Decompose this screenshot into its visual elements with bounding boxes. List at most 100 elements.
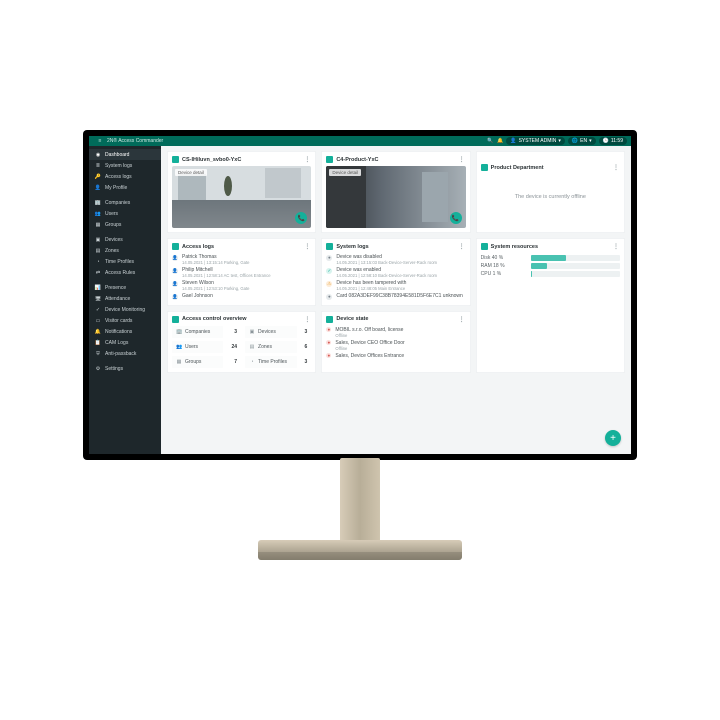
card-title: Product Department — [491, 165, 544, 171]
access-log-row[interactable]: 👤Steven Wilson14.05.2021 | 12:53:10 Park… — [172, 279, 311, 292]
access-log-row[interactable]: 👤Patrick Thomas14.05.2021 | 13:15:14 Par… — [172, 253, 311, 266]
sidebar-item-users[interactable]: 👥 Users — [89, 208, 161, 219]
user-label: SYSTEM ADMIN — [519, 138, 557, 144]
card-menu-icon[interactable]: ⋮ — [304, 316, 311, 323]
overview-cell[interactable]: 🏢Companies — [172, 326, 223, 338]
system-log-row[interactable]: ⚠Device has been tampered with14.05.2021… — [326, 279, 465, 292]
overview-cell[interactable]: ▤Zones — [245, 341, 297, 353]
sidebar-item-companies[interactable]: 🏢Companies — [89, 197, 161, 208]
system-log-row[interactable]: ●Card 082A3DEF99C38B78394E581D5F6E7C1 un… — [326, 292, 465, 301]
card-icon — [326, 243, 333, 250]
device-state-row[interactable]: ●MOBIL s.r.o. Off board, licenseOffline — [326, 326, 465, 339]
globe-icon: 🌐 — [572, 138, 578, 144]
access-log-row[interactable]: 👤Philip Mitchell14.05.2021 | 12:58:14 AC… — [172, 266, 311, 279]
resource-label: RAM 18 % — [481, 263, 527, 269]
card-icon — [172, 243, 179, 250]
sidebar-item-groups[interactable]: ▦Groups — [89, 219, 161, 230]
sidebar-item-access-rules[interactable]: ⇄Access Rules — [89, 267, 161, 278]
state-name: Sales, Device Offices Entrance — [335, 353, 404, 359]
status-icon: ● — [326, 327, 331, 332]
overview-cell[interactable]: ◔Time Profiles — [245, 356, 297, 368]
titlebar: ≡ 2N® Access Commander 🔍 🔔 👤 SYSTEM ADMI… — [89, 136, 631, 146]
sidebar-item-label: Attendance — [105, 296, 130, 302]
sidebar-icon: 📋 — [95, 340, 101, 346]
card-menu-icon[interactable]: ⋮ — [304, 156, 311, 163]
resource-bar — [531, 263, 620, 269]
overview-count: 24 — [227, 341, 241, 353]
add-fab-button[interactable]: + — [605, 430, 621, 446]
sidebar-item-label: Time Profiles — [105, 259, 134, 265]
sidebar-icon: ◔ — [95, 259, 101, 265]
card-menu-icon[interactable]: ⋮ — [459, 316, 466, 323]
sidebar-item-label: Users — [105, 211, 118, 217]
sidebar-item-device-monitoring[interactable]: ✓Device Monitoring — [89, 304, 161, 315]
card-title: Access logs — [182, 244, 214, 250]
camera-preview[interactable]: Device detail 📞 — [326, 166, 465, 228]
user-icon: 👤 — [172, 268, 178, 274]
status-icon: ● — [326, 294, 332, 300]
sidebar-item-devices[interactable]: ▣Devices — [89, 234, 161, 245]
device-state-row[interactable]: ●Sales, Device Offices Entrance — [326, 352, 465, 360]
sidebar-icon: 📊 — [95, 285, 101, 291]
system-log-row[interactable]: ●Device was disabled14.05.2021 | 13:15:0… — [326, 253, 465, 266]
sidebar-item-system-logs[interactable]: ≣System logs — [89, 160, 161, 171]
sidebar-item-presence[interactable]: 📊Presence — [89, 282, 161, 293]
sidebar-item-dashboard[interactable]: ◉Dashboard — [89, 149, 161, 160]
card-menu-icon[interactable]: ⋮ — [459, 156, 466, 163]
sidebar-icon: ⇄ — [95, 270, 101, 276]
user-icon: 👤 — [510, 138, 516, 144]
device-state-row[interactable]: ●Sales, Device CEO Office DoorOffline — [326, 339, 465, 352]
overview-icon: ▤ — [249, 344, 255, 350]
sidebar-icon: ⚙ — [95, 366, 101, 372]
sidebar-item-time-profiles[interactable]: ◔ Time Profiles — [89, 256, 161, 267]
overview-cell[interactable]: 👥Users — [172, 341, 223, 353]
chevron-down-icon: ▾ — [589, 138, 592, 144]
call-button[interactable]: 📞 — [295, 212, 307, 224]
sidebar-item-notifications[interactable]: 🔔Notifications — [89, 326, 161, 337]
log-detail: 14.05.2021 | 13:15:03 Back-Device-Server… — [336, 260, 437, 265]
overview-cell[interactable]: ▣Devices — [245, 326, 297, 338]
log-detail: 14.05.2021 | 12:58:10 Back-Device-Server… — [336, 273, 437, 278]
card-menu-icon[interactable]: ⋮ — [613, 164, 620, 171]
sidebar-item-label: Groups — [105, 222, 121, 228]
card-icon — [481, 164, 488, 171]
sidebar-item-settings[interactable]: ⚙Settings — [89, 363, 161, 374]
resource-bar — [531, 271, 620, 277]
sidebar: ◉Dashboard≣System logs🔑Access logs👤My Pr… — [89, 146, 161, 454]
system-log-row[interactable]: ✓Device was enabled14.05.2021 | 12:58:10… — [326, 266, 465, 279]
sidebar-item-zones[interactable]: ▤Zones — [89, 245, 161, 256]
card-icon — [481, 243, 488, 250]
sidebar-item-cam-logs[interactable]: 📋CAM Logs — [89, 337, 161, 348]
card-menu-icon[interactable]: ⋮ — [304, 243, 311, 250]
overview-icon: 🏢 — [176, 329, 182, 335]
access-log-row[interactable]: 👤Gael Johnson — [172, 292, 311, 301]
language-menu[interactable]: 🌐 EN ▾ — [568, 137, 596, 145]
card-menu-icon[interactable]: ⋮ — [459, 243, 466, 250]
status-icon: ● — [326, 340, 331, 345]
overview-label: Devices — [258, 329, 276, 335]
menu-icon[interactable]: ≡ — [97, 138, 103, 144]
camera-preview[interactable]: Device detail 📞 — [172, 166, 311, 228]
log-detail: 14.05.2021 | 12:53:10 Parking, Gate — [182, 286, 249, 291]
overview-label: Time Profiles — [258, 359, 287, 365]
card-title: CS-IHiluvn_svbo0-YxC — [182, 157, 241, 163]
camera-card-2: C4-Product-YxC ⋮ Device detail 📞 — [321, 151, 470, 233]
overview-cell[interactable]: ▦Groups — [172, 356, 223, 368]
card-icon — [172, 156, 179, 163]
resource-label: Disk 40 % — [481, 255, 527, 261]
sidebar-icon: 👥 — [95, 211, 101, 217]
log-detail: 14.05.2021 | 13:15:14 Parking, Gate — [182, 260, 249, 265]
card-icon — [172, 316, 179, 323]
sidebar-item-access-logs[interactable]: 🔑Access logs — [89, 171, 161, 182]
sidebar-item-attendance[interactable]: 🖥Attendance — [89, 293, 161, 304]
sidebar-item-visitor-cards[interactable]: ▭Visitor cards — [89, 315, 161, 326]
card-title: Access control overview — [182, 316, 247, 322]
sidebar-item-my-profile[interactable]: 👤My Profile — [89, 182, 161, 193]
overview-icon: 👥 — [176, 344, 182, 350]
user-menu[interactable]: 👤 SYSTEM ADMIN ▾ — [506, 137, 565, 145]
call-button[interactable]: 📞 — [450, 212, 462, 224]
search-icon[interactable]: 🔍 — [487, 138, 493, 144]
sidebar-item-anti-passback[interactable]: ⛨Anti-passback — [89, 348, 161, 359]
card-menu-icon[interactable]: ⋮ — [613, 243, 620, 250]
notification-icon[interactable]: 🔔 — [497, 138, 503, 144]
